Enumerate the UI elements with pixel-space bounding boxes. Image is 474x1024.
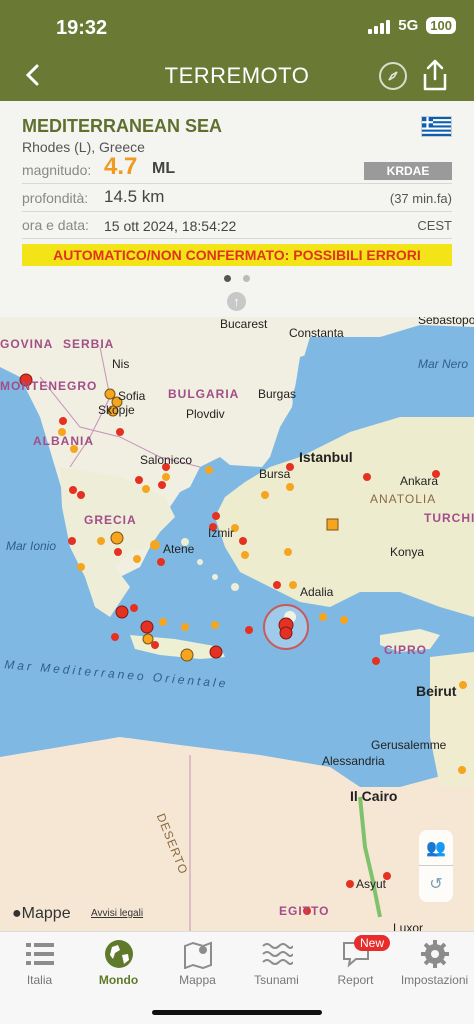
country-label: GOVINA — [0, 337, 54, 351]
depth-value: 14.5 km — [104, 187, 165, 206]
depth-label: profondità: — [22, 190, 89, 206]
city-label: Sebastopoli — [418, 317, 474, 327]
event-region: MEDITERRANEAN SEA — [22, 116, 223, 136]
signal-icon — [368, 18, 391, 34]
compass-button[interactable] — [379, 62, 407, 90]
country-label: ALBANIA — [33, 434, 94, 448]
magnitude-label: magnitudo: — [22, 162, 92, 178]
sea-label: Mar Ionio — [6, 539, 57, 553]
country-label: CIPRO — [384, 643, 428, 657]
sea-label: Mar Nero — [418, 357, 469, 371]
city-label: Atene — [163, 542, 195, 556]
automatic-warning-banner: AUTOMATICO/NON CONFERMATO: POSSIBILI ERR… — [22, 244, 452, 266]
tab-label: Mondo — [98, 973, 139, 987]
city-label: Salonicco — [140, 453, 193, 467]
country-label: EGITTO — [279, 904, 330, 918]
network-type: 5G — [398, 17, 419, 34]
apple-logo-icon: ● — [12, 905, 22, 922]
city-label: Plovdiv — [186, 407, 225, 421]
country-label: MONTENEGRO — [0, 379, 98, 393]
city-label: Bucarest — [220, 317, 268, 331]
map-icon — [158, 938, 237, 970]
magnitude-value: 4.7 — [104, 153, 138, 180]
city-label: Bursa — [259, 467, 291, 481]
city-label: Beirut — [416, 683, 457, 699]
gear-icon — [395, 938, 474, 970]
top-bar: 19:32 5G 100 TERREMOTO — [0, 0, 474, 101]
tab-mappa[interactable]: Mappa — [158, 938, 237, 987]
country-label: SERBIA — [63, 337, 115, 351]
list-icon — [0, 938, 79, 970]
tab-italia[interactable]: Italia — [0, 938, 79, 987]
battery-icon: 100 — [426, 17, 456, 34]
city-label: Ankara — [400, 474, 439, 488]
country-label: BULGARIA — [168, 387, 240, 401]
country-label: TURCHIA — [424, 511, 474, 525]
greece-flag-icon — [421, 116, 452, 137]
earthquake-map[interactable]: Bucarest Constanta Sebastopoli Nis Sofia… — [0, 317, 474, 931]
country-label: ANATOLIA — [370, 492, 437, 506]
agency-badge: KRDAE — [364, 162, 452, 180]
waves-icon — [237, 938, 316, 970]
city-label: Gerusalemme — [371, 738, 447, 752]
city-label: Luxor — [393, 921, 424, 931]
history-icon[interactable]: ↺ — [419, 866, 453, 902]
time-ago: (37 min.fa) — [389, 191, 452, 206]
datetime-value: 15 ott 2024, 18:54:22 — [104, 218, 237, 234]
city-label: Alessandria — [322, 754, 385, 768]
datetime-row: ora e data: 15 ott 2024, 18:54:22 CEST — [22, 213, 452, 239]
city-label: Constanta — [289, 326, 344, 340]
city-label: Burgas — [258, 387, 297, 401]
compass-icon — [388, 71, 398, 81]
city-label: Izmir — [208, 526, 234, 540]
collapse-arrow-icon[interactable]: ↑ — [227, 292, 246, 311]
datetime-label: ora e data: — [22, 217, 89, 233]
magnitude-unit: ML — [152, 160, 176, 177]
tab-label: Tsunami — [254, 973, 299, 987]
tab-impostazioni[interactable]: Impostazioni — [395, 938, 474, 987]
timezone: CEST — [417, 218, 452, 233]
tab-label: Mappa — [179, 973, 216, 987]
tab-label: Report — [337, 973, 374, 987]
map-terrain — [0, 317, 474, 931]
map-controls: 👥 ↺ — [419, 830, 453, 902]
city-label: Sofia — [118, 389, 146, 403]
city-label: Skopje — [98, 403, 135, 417]
city-label: Istanbul — [299, 449, 353, 465]
depth-row: profondità: 14.5 km (37 min.fa) — [22, 186, 452, 212]
share-button[interactable] — [420, 58, 450, 92]
globe-icon — [79, 938, 158, 970]
event-info-panel: MEDITERRANEAN SEA Rhodes (L), Greece mag… — [0, 101, 474, 317]
legal-link[interactable]: Avvisi legali — [91, 908, 143, 919]
home-indicator — [152, 1010, 322, 1015]
city-label: Nis — [112, 357, 130, 371]
city-label: Asyut — [356, 877, 387, 891]
new-badge: New — [354, 935, 391, 951]
tab-tsunami[interactable]: Tsunami — [237, 938, 316, 987]
tab-mondo[interactable]: Mondo — [79, 938, 158, 987]
page-indicator[interactable] — [0, 275, 474, 282]
country-label: GRECIA — [84, 513, 137, 527]
people-icon[interactable]: 👥 — [419, 830, 453, 866]
city-label: Il Cairo — [350, 788, 398, 804]
tab-label: Impostazioni — [400, 973, 469, 987]
status-indicators: 5G 100 — [368, 17, 456, 34]
maps-attribution: ●Mappe — [12, 905, 71, 922]
tab-label: Italia — [26, 973, 53, 987]
share-icon — [423, 59, 447, 91]
city-label: Adalia — [300, 585, 334, 599]
status-time: 19:32 — [56, 17, 108, 39]
magnitude-row: magnitudo: 4.7 ML KRDAE — [22, 153, 452, 184]
city-label: Konya — [390, 545, 425, 559]
